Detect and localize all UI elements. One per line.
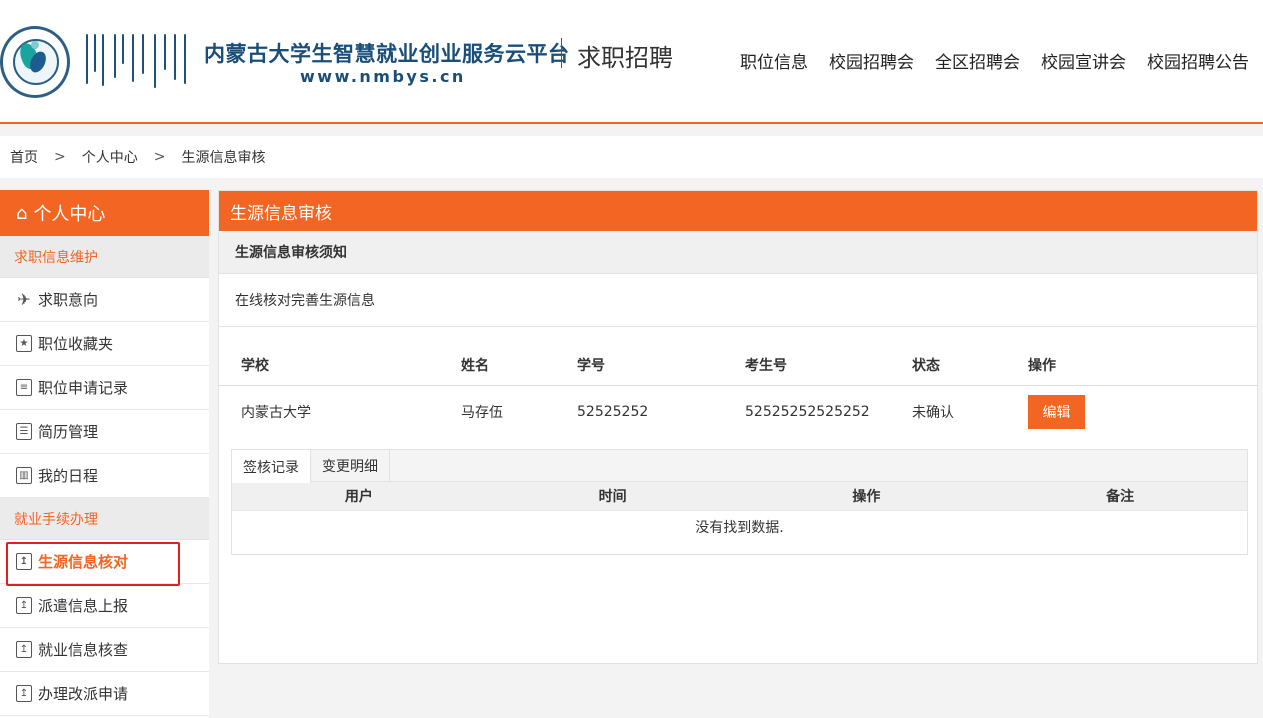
cell-exam-id: 52525252525252 xyxy=(745,404,870,420)
edit-button[interactable]: 编辑 xyxy=(1028,395,1085,429)
university-logo[interactable] xyxy=(0,26,70,98)
tab-bar: 签核记录 变更明细 xyxy=(232,450,1247,483)
paper-plane-icon: ✈ xyxy=(17,289,31,309)
resume-icon: ☰ xyxy=(16,423,32,440)
header-divider xyxy=(561,38,562,68)
sidebar-item-job-favorites[interactable]: ★ 职位收藏夹 xyxy=(0,322,209,366)
upload-doc-icon: ↥ xyxy=(16,685,32,702)
sidebar-item-source-info-check[interactable]: ↥ 生源信息核对 xyxy=(0,540,209,586)
nav-region-fair[interactable]: 全区招聘会 xyxy=(935,48,1020,73)
nav-jobs[interactable]: 职位信息 xyxy=(740,48,808,73)
col-status: 状态 xyxy=(912,357,940,374)
sidebar-item-resume[interactable]: ☰ 简历管理 xyxy=(0,410,209,454)
cell-student-id: 52525252 xyxy=(577,404,649,420)
col-remark: 备注 xyxy=(1106,489,1135,505)
cell-name: 马存伍 xyxy=(461,405,503,421)
notice-title: 生源信息审核须知 xyxy=(219,231,1257,274)
col-student-id: 学号 xyxy=(577,357,605,374)
breadcrumb-separator: > xyxy=(54,149,66,165)
calendar-icon: ≡ xyxy=(16,379,32,396)
table-header: 学校 姓名 学号 考生号 状态 操作 xyxy=(219,344,1257,386)
breadcrumb-home[interactable]: 首页 xyxy=(10,147,38,167)
col-school: 学校 xyxy=(241,357,269,374)
site-url: www.nmbys.cn xyxy=(300,67,466,86)
sidebar-header: ⌂ 个人中心 xyxy=(0,190,209,236)
sidebar-item-dispatch-report[interactable]: ↥ 派遣信息上报 xyxy=(0,584,209,628)
col-exam-id: 考生号 xyxy=(745,357,787,374)
sidebar-group-procedures: 就业手续办理 xyxy=(0,498,209,540)
sidebar-item-label: 我的日程 xyxy=(38,467,99,485)
mongolian-script-logo xyxy=(80,34,196,90)
sidebar-group-job-info: 求职信息维护 xyxy=(0,236,209,278)
upload-doc-icon: ↥ xyxy=(16,597,32,614)
breadcrumb-personal-center[interactable]: 个人中心 xyxy=(82,147,138,167)
panel-title: 生源信息审核 xyxy=(219,191,1257,231)
breadcrumb: 首页 > 个人中心 > 生源信息审核 xyxy=(0,136,1263,178)
cell-status: 未确认 xyxy=(912,405,954,421)
sidebar-item-redispatch-request[interactable]: ↥ 办理改派申请 xyxy=(0,672,209,716)
tab-signoff-records[interactable]: 签核记录 xyxy=(232,450,311,483)
col-user: 用户 xyxy=(344,489,373,505)
sidebar-item-employment-check[interactable]: ↥ 就业信息核查 xyxy=(0,628,209,672)
schedule-icon: ▥ xyxy=(16,467,32,484)
sidebar-item-label: 生源信息核对 xyxy=(38,553,129,571)
sidebar-item-application-records[interactable]: ≡ 职位申请记录 xyxy=(0,366,209,410)
col-operation: 操作 xyxy=(852,489,881,505)
sidebar-item-label: 派遣信息上报 xyxy=(38,597,129,615)
sidebar-item-label: 办理改派申请 xyxy=(38,685,129,703)
upload-doc-icon: ↥ xyxy=(16,641,32,658)
sidebar-item-label: 职位收藏夹 xyxy=(38,335,114,353)
breadcrumb-current: 生源信息审核 xyxy=(181,150,266,166)
section-title: 求职招聘 xyxy=(577,44,673,72)
tab-change-details[interactable]: 变更明细 xyxy=(311,450,390,482)
nav-campus-fair[interactable]: 校园招聘会 xyxy=(829,48,914,73)
record-tabs: 签核记录 变更明细 用户 时间 操作 备注 没有找到数据. xyxy=(231,449,1248,555)
records-table-header: 用户 时间 操作 备注 xyxy=(232,482,1247,511)
main-panel: 生源信息审核 生源信息审核须知 在线核对完善生源信息 学校 姓名 学号 考生号 … xyxy=(218,190,1258,664)
cell-school: 内蒙古大学 xyxy=(241,405,311,421)
col-time: 时间 xyxy=(598,489,627,505)
empty-message: 没有找到数据. xyxy=(695,519,784,536)
sidebar-item-label: 职位申请记录 xyxy=(38,379,129,397)
nav-campus-notice[interactable]: 校园招聘公告 xyxy=(1147,48,1249,73)
sidebar: ⌂ 个人中心 求职信息维护 ✈ 求职意向 ★ 职位收藏夹 ≡ 职位申请记录 ☰ … xyxy=(0,190,209,718)
home-icon: ⌂ xyxy=(16,202,28,224)
sidebar-title: 个人中心 xyxy=(33,204,106,225)
upload-doc-icon: ↥ xyxy=(16,553,32,570)
folder-icon: ★ xyxy=(16,335,32,352)
top-nav: 职位信息 校园招聘会 全区招聘会 校园宣讲会 校园招聘公告 xyxy=(740,48,1249,73)
site-header: 内蒙古大学生智慧就业创业服务云平台 www.nmbys.cn 求职招聘 职位信息… xyxy=(0,0,1263,124)
col-action: 操作 xyxy=(1028,357,1056,374)
sidebar-item-schedule[interactable]: ▥ 我的日程 xyxy=(0,454,209,498)
breadcrumb-separator: > xyxy=(153,149,166,165)
sidebar-item-label: 简历管理 xyxy=(38,423,99,441)
sidebar-item-job-intent[interactable]: ✈ 求职意向 xyxy=(0,278,209,322)
nav-campus-talk[interactable]: 校园宣讲会 xyxy=(1041,48,1126,73)
col-name: 姓名 xyxy=(461,357,489,374)
sidebar-item-label: 求职意向 xyxy=(38,291,99,309)
site-title: 内蒙古大学生智慧就业创业服务云平台 xyxy=(204,42,570,66)
sidebar-item-label: 就业信息核查 xyxy=(38,641,129,659)
table-row: 内蒙古大学 马存伍 52525252 52525252525252 未确认 编辑 xyxy=(219,387,1257,437)
notice-text: 在线核对完善生源信息 xyxy=(219,274,1257,327)
